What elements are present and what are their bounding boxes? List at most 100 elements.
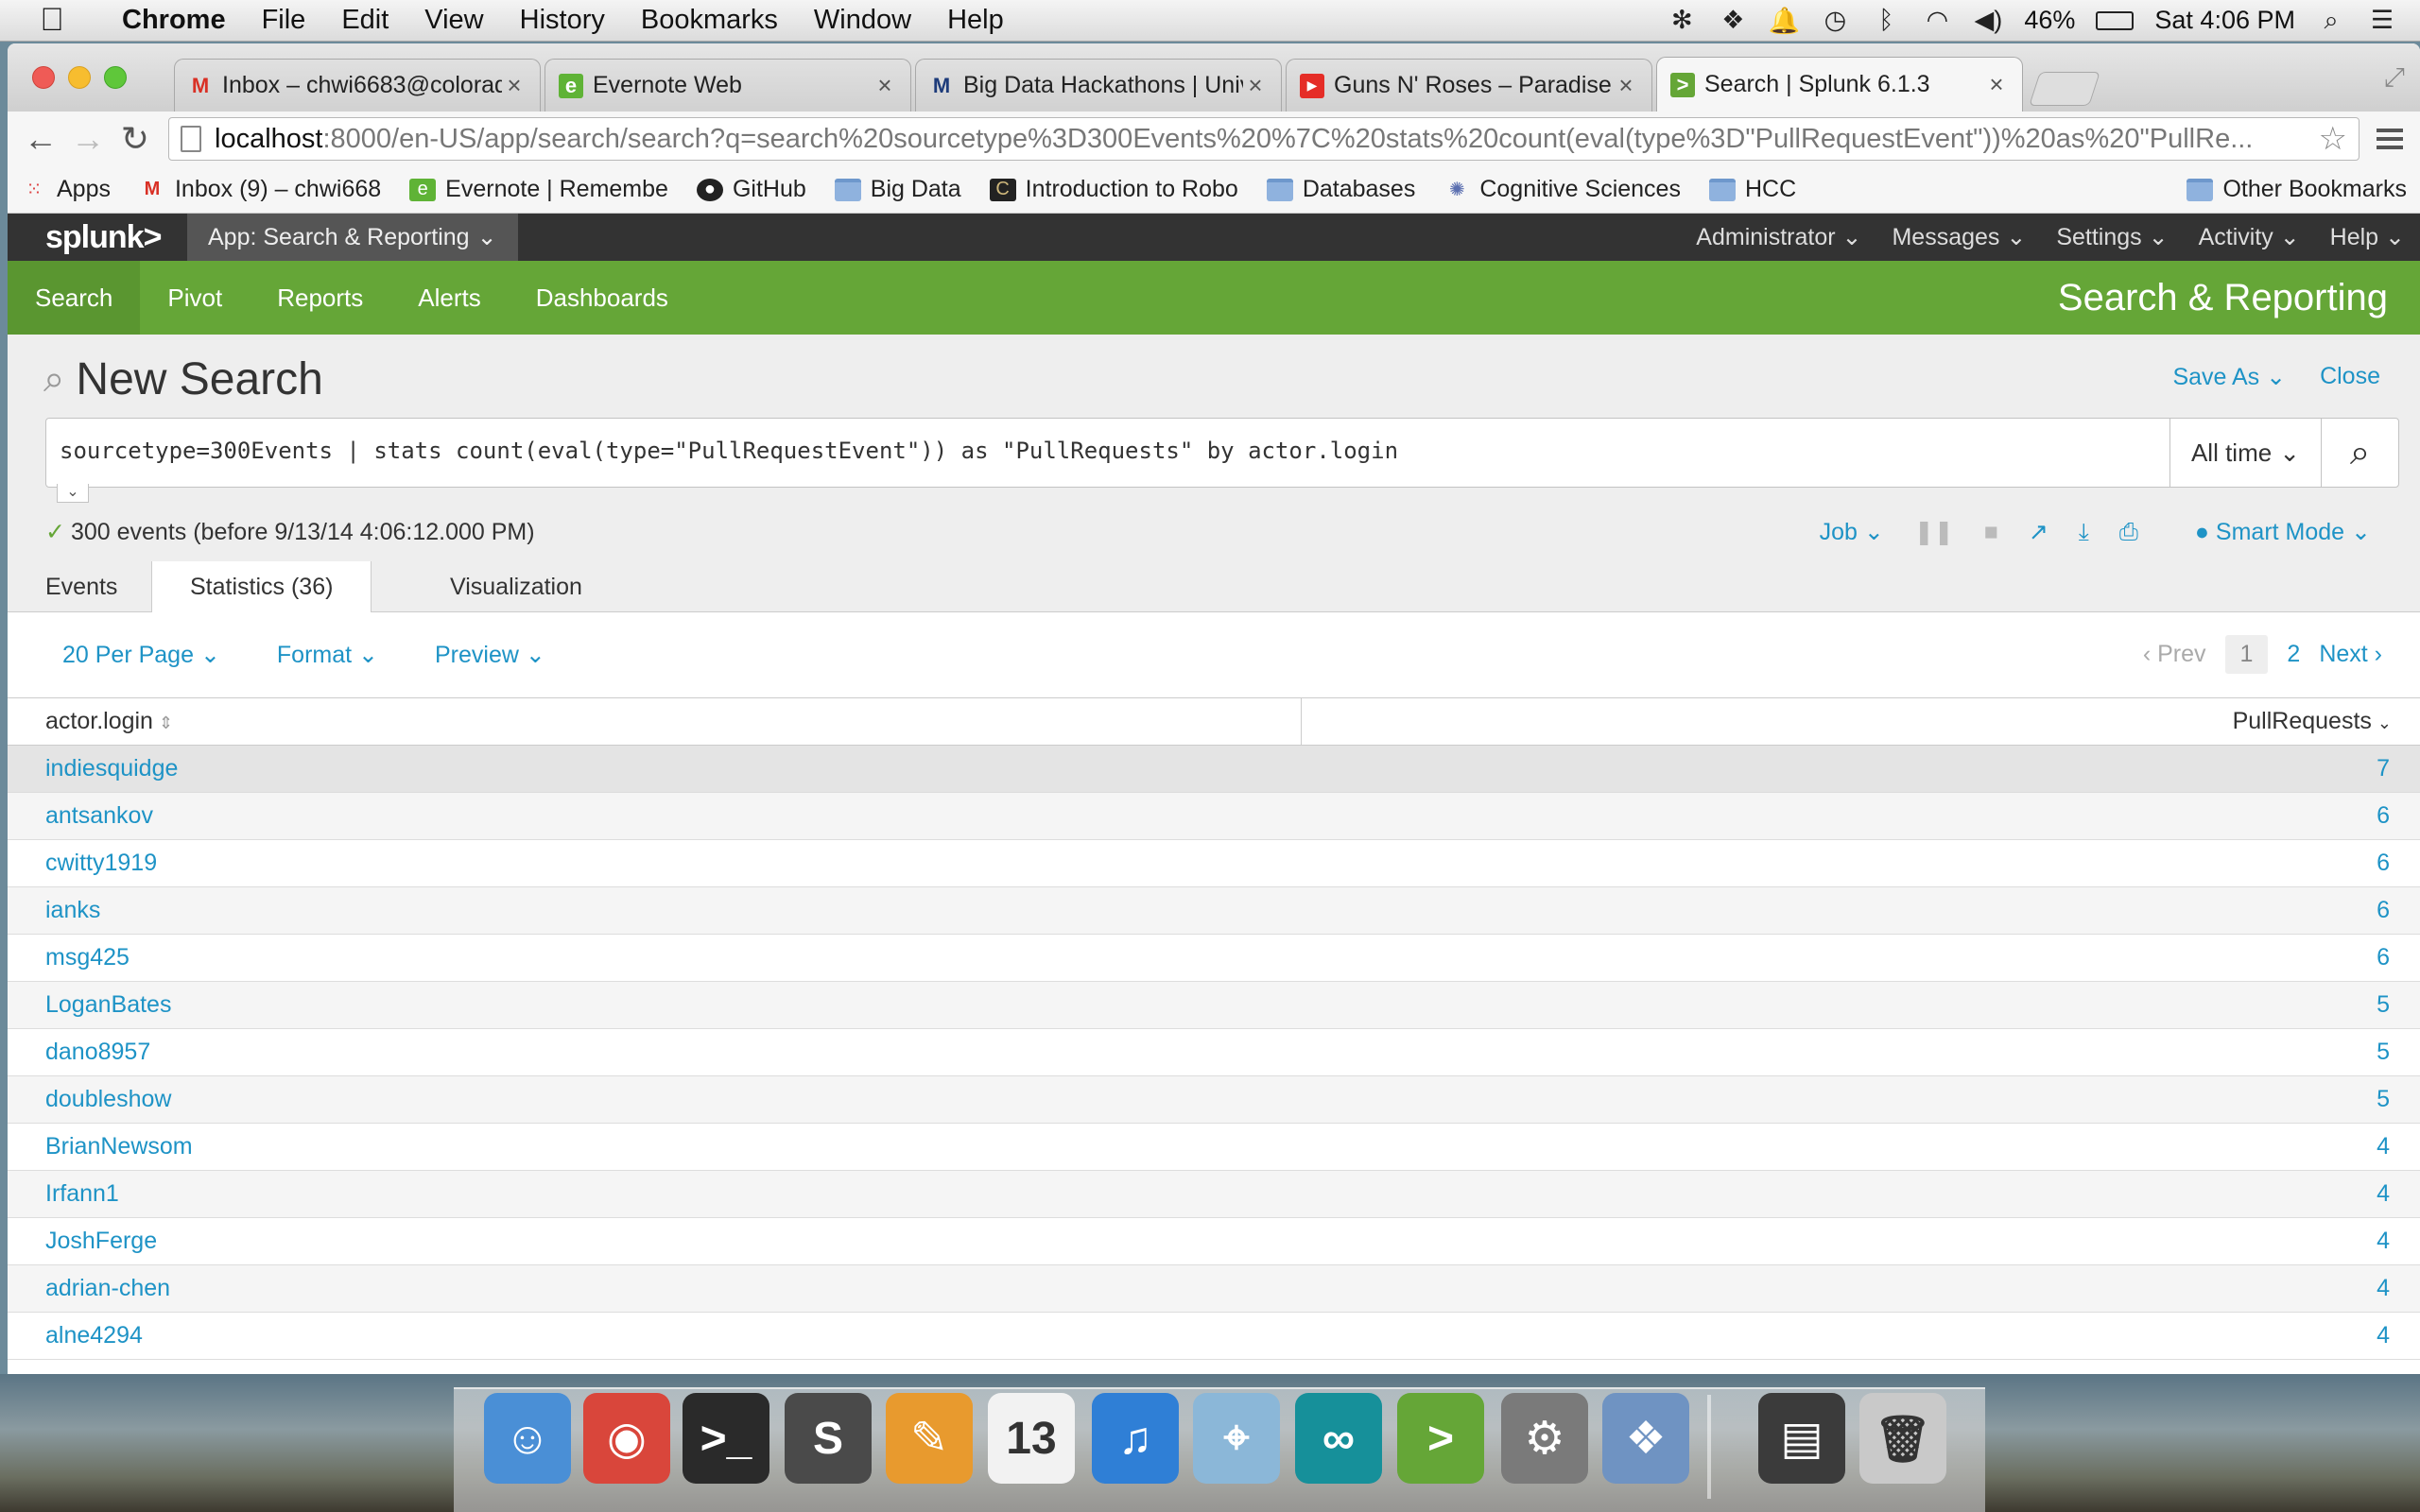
page-2-button[interactable]: 2 — [2287, 641, 2300, 668]
table-row[interactable]: alne4294 4 — [8, 1312, 2420, 1360]
close-window-button[interactable] — [32, 66, 55, 89]
table-row[interactable]: doubleshow 5 — [8, 1075, 2420, 1124]
menu-view[interactable]: View — [406, 5, 501, 36]
asterisk-app-icon[interactable]: ✻ — [1667, 6, 1697, 36]
tab-visualization[interactable]: Visualization — [412, 561, 620, 612]
cell-actor-login[interactable]: JoshFerge — [8, 1217, 1301, 1265]
notification-bell-icon[interactable]: 🔔 — [1769, 6, 1801, 36]
per-page-dropdown[interactable]: 20 Per Page ⌄ — [62, 641, 220, 669]
table-row[interactable]: LoganBates 5 — [8, 981, 2420, 1029]
cell-pullrequests[interactable]: 6 — [1301, 934, 2420, 982]
volume-icon[interactable]: ◀) — [1973, 6, 2003, 36]
cell-actor-login[interactable]: ianks — [8, 886, 1301, 935]
table-row[interactable]: Irfann1 4 — [8, 1170, 2420, 1218]
close-tab-icon[interactable]: × — [1614, 71, 1638, 100]
calendar-icon[interactable]: 13 — [988, 1393, 1075, 1484]
cell-pullrequests[interactable]: 4 — [1301, 1264, 2420, 1313]
nav-dashboards[interactable]: Dashboards — [509, 261, 696, 335]
bookmark-other-bookmarks[interactable]: Other Bookmarks — [2187, 176, 2407, 203]
table-row[interactable]: cwitty1919 6 — [8, 839, 2420, 887]
dropbox-icon[interactable]: ❖ — [1718, 6, 1748, 36]
itunes-icon[interactable]: ♫ — [1092, 1393, 1179, 1484]
forward-button[interactable]: → — [64, 115, 112, 163]
bookmark-inbox[interactable]: M Inbox (9) – chwi668 — [139, 176, 382, 203]
tab-statistics[interactable]: Statistics (36) — [151, 561, 372, 613]
chrome-icon[interactable]: ◉ — [583, 1393, 670, 1484]
browser-tab-hackathons[interactable]: M Big Data Hackathons | Univ × — [915, 59, 1282, 112]
finder-icon[interactable]: ☺ — [484, 1393, 571, 1484]
cell-pullrequests[interactable]: 4 — [1301, 1123, 2420, 1171]
nav-reports[interactable]: Reports — [250, 261, 390, 335]
table-row[interactable]: indiesquidge 7 — [8, 745, 2420, 793]
table-row[interactable]: adrian-chen 4 — [8, 1264, 2420, 1313]
cell-actor-login[interactable]: antsankov — [8, 792, 1301, 840]
cell-actor-login[interactable]: doubleshow — [8, 1075, 1301, 1124]
menu-help[interactable]: Help — [929, 5, 1022, 36]
close-tab-icon[interactable]: × — [502, 71, 527, 100]
table-row[interactable]: msg425 6 — [8, 934, 2420, 982]
time-machine-icon[interactable]: ◷ — [1820, 6, 1850, 36]
pause-icon[interactable]: ❚❚ — [1914, 518, 1954, 546]
cell-pullrequests[interactable]: 4 — [1301, 1170, 2420, 1218]
apple-menu-icon[interactable]:  — [0, 2, 104, 39]
bluetooth-icon[interactable]: ᛒ — [1871, 6, 1901, 36]
close-tab-icon[interactable]: × — [1243, 71, 1268, 100]
bookmark-evernote[interactable]: e Evernote | Remembe — [409, 176, 668, 203]
cell-actor-login[interactable]: adrian-chen — [8, 1264, 1301, 1313]
nav-search[interactable]: Search — [8, 261, 141, 335]
minimize-window-button[interactable] — [68, 66, 91, 89]
new-tab-button[interactable] — [2029, 72, 2100, 106]
cell-actor-login[interactable]: cwitty1919 — [8, 839, 1301, 887]
bookmark-robotics[interactable]: C Introduction to Robo — [989, 176, 1238, 203]
expand-query-toggle[interactable]: ⌄ — [57, 484, 89, 503]
job-menu-button[interactable]: Job ⌄ — [1820, 518, 1884, 546]
menu-settings[interactable]: Settings ⌄ — [2041, 223, 2183, 251]
cell-pullrequests[interactable]: 6 — [1301, 792, 2420, 840]
search-mode-button[interactable]: ● Smart Mode ⌄ — [2195, 518, 2371, 546]
zoom-window-button[interactable] — [104, 66, 127, 89]
downloads-stack-icon[interactable]: ▤ — [1758, 1393, 1845, 1484]
splunk-logo[interactable]: splunk> — [8, 219, 187, 256]
close-tab-icon[interactable]: × — [873, 71, 897, 100]
bookmark-cognitive-sciences[interactable]: ✺ Cognitive Sciences — [1443, 176, 1681, 203]
cell-pullrequests[interactable]: 7 — [1301, 745, 2420, 793]
close-tab-icon[interactable]: × — [1984, 70, 2009, 99]
menu-window[interactable]: Window — [796, 5, 929, 36]
bookmark-github[interactable]: ● GitHub — [696, 176, 806, 203]
browser-tab-youtube[interactable]: ▶ Guns N' Roses – Paradise C × — [1286, 59, 1652, 112]
column-header-actor-login[interactable]: actor.login ⇕ — [8, 697, 1302, 746]
cell-actor-login[interactable]: indiesquidge — [8, 745, 1301, 793]
wifi-icon[interactable]: ◠ — [1922, 6, 1952, 36]
search-button[interactable]: ⌕ — [2321, 419, 2398, 487]
page-info-icon[interactable] — [181, 126, 201, 152]
export-icon[interactable]: ⤓ — [2079, 519, 2089, 546]
clock[interactable]: Sat 4:06 PM — [2154, 6, 2295, 35]
menu-app-name[interactable]: Chrome — [104, 5, 244, 36]
menu-help[interactable]: Help ⌄ — [2315, 223, 2420, 251]
save-as-button[interactable]: Save As ⌄ — [2172, 363, 2286, 391]
address-bar[interactable]: localhost:8000/en-US/app/search/search?q… — [168, 117, 2360, 161]
format-dropdown[interactable]: Format ⌄ — [277, 641, 378, 669]
next-page-button[interactable]: Next › — [2319, 641, 2382, 668]
back-button[interactable]: ← — [17, 115, 64, 163]
preview-dropdown[interactable]: Preview ⌄ — [435, 641, 545, 669]
menu-bookmarks[interactable]: Bookmarks — [623, 5, 796, 36]
bookmark-apps[interactable]: ⁙ Apps — [21, 176, 111, 203]
prev-page-button[interactable]: ‹ Prev — [2143, 641, 2206, 668]
browser-tab-gmail[interactable]: M Inbox – chwi6683@colorado × — [174, 59, 541, 112]
cell-actor-login[interactable]: msg425 — [8, 934, 1301, 982]
cell-pullrequests[interactable]: 6 — [1301, 886, 2420, 935]
search-query-input[interactable]: sourcetype=300Events | stats count(eval(… — [46, 419, 2169, 487]
reload-button[interactable]: ↻ — [112, 115, 159, 163]
bookmark-big-data[interactable]: Big Data — [834, 176, 961, 203]
cell-pullrequests[interactable]: 6 — [1301, 839, 2420, 887]
menu-administrator[interactable]: Administrator ⌄ — [1681, 223, 1876, 251]
bookmark-star-icon[interactable]: ☆ — [2319, 120, 2347, 158]
share-icon[interactable]: ↗ — [2029, 518, 2048, 546]
chrome-menu-icon[interactable] — [2369, 129, 2411, 149]
browser-tab-evernote[interactable]: e Evernote Web × — [544, 59, 911, 112]
browser-tab-splunk[interactable]: > Search | Splunk 6.1.3 × — [1656, 57, 2023, 112]
menu-activity[interactable]: Activity ⌄ — [2184, 223, 2315, 251]
cell-actor-login[interactable]: LoganBates — [8, 981, 1301, 1029]
column-header-pullrequests[interactable]: PullRequests ⌄ — [1301, 697, 2420, 746]
